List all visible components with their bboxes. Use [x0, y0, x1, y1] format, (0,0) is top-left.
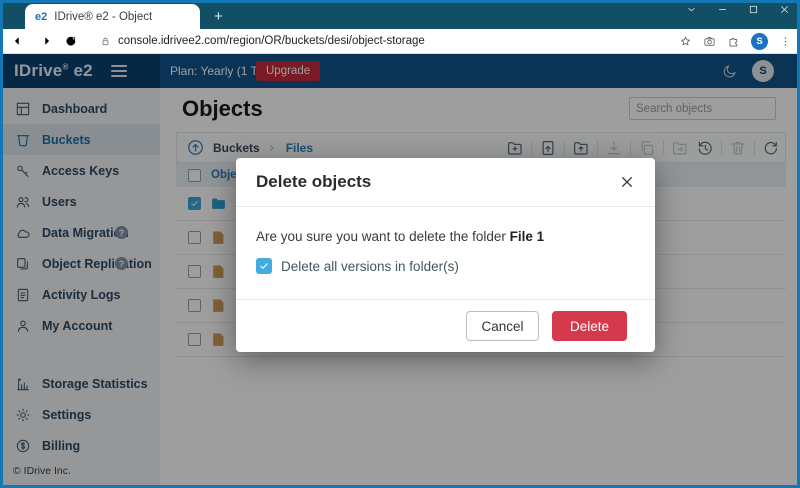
target-folder-name: File 1: [510, 229, 545, 244]
delete-button[interactable]: Delete: [552, 311, 627, 341]
cancel-button[interactable]: Cancel: [466, 311, 539, 341]
browser-menu-dots-icon[interactable]: [779, 35, 792, 48]
close-window-icon[interactable]: [779, 4, 790, 15]
lock-icon: [100, 36, 111, 47]
checkbox-label: Delete all versions in folder(s): [281, 259, 459, 274]
tab-title: IDrive® e2 - Object: [54, 11, 152, 23]
back-icon[interactable]: [12, 34, 26, 48]
forward-icon[interactable]: [38, 34, 52, 48]
maximize-icon[interactable]: [748, 4, 759, 15]
browser-profile-avatar[interactable]: S: [751, 33, 768, 50]
check-icon: [259, 261, 269, 271]
delete-versions-checkbox[interactable]: [256, 258, 272, 274]
browser-tab[interactable]: e2 IDrive® e2 - Object: [25, 4, 200, 29]
browser-tab-strip: e2 IDrive® e2 - Object +: [0, 0, 800, 29]
minimize-icon[interactable]: [717, 4, 728, 15]
address-url[interactable]: console.idrivee2.com/region/OR/buckets/d…: [118, 35, 425, 47]
modal-title: Delete objects: [256, 172, 371, 192]
tab-search-chevron-icon[interactable]: [686, 4, 697, 15]
tab-favicon: e2: [35, 11, 47, 23]
screenshot-camera-icon[interactable]: [703, 35, 716, 48]
confirm-message: Are you sure you want to delete the fold…: [256, 229, 635, 244]
browser-url-bar: console.idrivee2.com/region/OR/buckets/d…: [0, 29, 800, 54]
modal-close-icon[interactable]: [619, 174, 635, 190]
reload-icon[interactable]: [64, 34, 78, 48]
delete-objects-modal: Delete objects Are you sure you want to …: [236, 158, 655, 352]
new-tab-button[interactable]: +: [214, 9, 223, 24]
bookmark-star-icon[interactable]: [679, 35, 692, 48]
extensions-puzzle-icon[interactable]: [727, 35, 740, 48]
